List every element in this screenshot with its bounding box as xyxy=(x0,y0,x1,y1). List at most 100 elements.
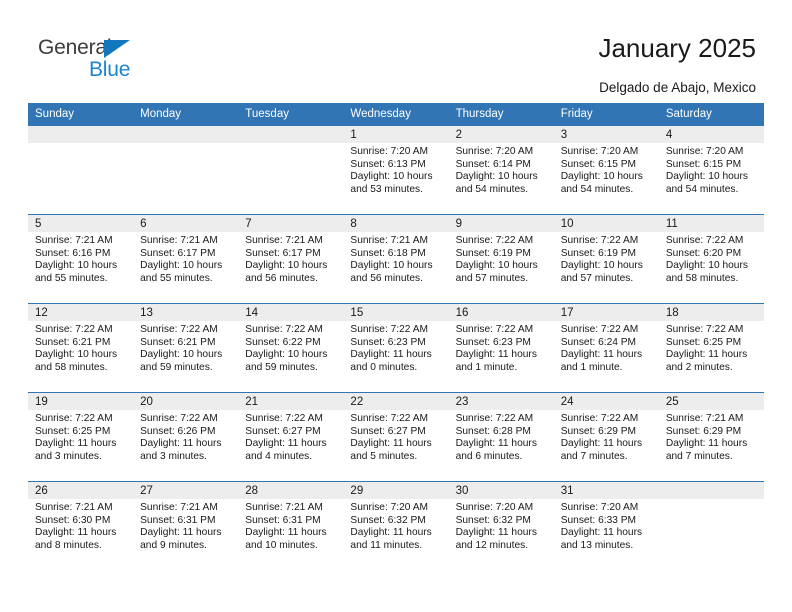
calendar-day-cell[interactable]: 8 Sunrise: 7:21 AM Sunset: 6:18 PM Daylight… xyxy=(343,214,449,304)
calendar-day-cell[interactable]: 18 Sunrise: 7:22 AM Sunset: 6:25 PM Dayligh… xyxy=(658,303,764,393)
calendar-day-cell[interactable]: 2 Sunrise: 7:20 AM Sunset: 6:14 PM Daylight… xyxy=(448,125,554,215)
day-sun-info: Sunrise: 7:22 AM Sunset: 6:27 PM Daylight:… xyxy=(238,410,343,463)
calendar-day-cell[interactable]: 20 Sunrise: 7:22 AM Sunset: 6:26 PM Dayligh… xyxy=(133,392,239,482)
sunrise-text: Sunrise: 7:22 AM xyxy=(350,324,429,335)
sunset-text: Sunset: 6:28 PM xyxy=(455,425,531,437)
sunrise-text: Sunrise: 7:21 AM xyxy=(35,235,113,246)
sunset-text: Sunset: 6:22 PM xyxy=(245,336,321,348)
empty-cell-inner xyxy=(658,482,764,571)
calendar-day-cell[interactable]: 21 Sunrise: 7:22 AM Sunset: 6:27 PM Dayligh… xyxy=(238,392,344,482)
calendar-day-cell[interactable]: 7 Sunrise: 7:21 AM Sunset: 6:17 PM Daylight… xyxy=(238,214,344,304)
sunset-text: Sunset: 6:29 PM xyxy=(560,425,637,437)
weekday-header-friday: Friday xyxy=(553,103,659,126)
day-cell-inner: 23 Sunrise: 7:22 AM Sunset: 6:28 PM Dayligh… xyxy=(448,393,554,481)
sunset-text: Sunset: 6:16 PM xyxy=(35,247,111,259)
day-number-blank xyxy=(28,126,134,143)
day-number: 13 xyxy=(133,304,239,321)
calendar-week-row: 1 Sunrise: 7:20 AM Sunset: 6:13 PM Daylight… xyxy=(28,125,764,215)
day-cell-inner: 6 Sunrise: 7:21 AM Sunset: 6:17 PM Daylight… xyxy=(133,215,239,303)
calendar-day-cell[interactable]: 23 Sunrise: 7:22 AM Sunset: 6:28 PM Dayligh… xyxy=(448,392,554,482)
calendar-day-cell[interactable]: 14 Sunrise: 7:22 AM Sunset: 6:22 PM Dayligh… xyxy=(238,303,344,393)
sunrise-text: Sunrise: 7:20 AM xyxy=(350,146,429,157)
logo-text-blue: Blue xyxy=(89,58,131,81)
calendar-day-cell[interactable]: 22 Sunrise: 7:22 AM Sunset: 6:27 PM Dayligh… xyxy=(343,392,449,482)
calendar-week-row: 12 Sunrise: 7:22 AM Sunset: 6:21 PM Dayligh… xyxy=(28,303,764,393)
day-sun-info: Sunrise: 7:22 AM Sunset: 6:25 PM Daylight:… xyxy=(659,321,764,374)
empty-cell-inner xyxy=(133,126,239,214)
calendar-day-cell[interactable]: 28 Sunrise: 7:21 AM Sunset: 6:31 PM Dayligh… xyxy=(238,481,344,571)
day-number: 15 xyxy=(343,304,449,321)
day-number: 8 xyxy=(343,215,449,232)
sunset-text: Sunset: 6:17 PM xyxy=(245,247,321,259)
calendar-day-cell[interactable]: 11 Sunrise: 7:22 AM Sunset: 6:20 PM Dayligh… xyxy=(658,214,764,304)
day-sun-info: Sunrise: 7:20 AM Sunset: 6:15 PM Daylight:… xyxy=(659,143,764,196)
daylight-text: Daylight: 11 hours and 5 minutes. xyxy=(350,438,432,462)
daylight-text: Daylight: 11 hours and 3 minutes. xyxy=(140,438,222,462)
sunrise-text: Sunrise: 7:22 AM xyxy=(140,413,218,424)
day-cell-inner: 29 Sunrise: 7:20 AM Sunset: 6:32 PM Dayligh… xyxy=(343,482,449,571)
calendar-day-cell[interactable]: 19 Sunrise: 7:22 AM Sunset: 6:25 PM Dayligh… xyxy=(28,392,134,482)
day-cell-inner: 28 Sunrise: 7:21 AM Sunset: 6:31 PM Dayligh… xyxy=(238,482,344,571)
day-number: 27 xyxy=(133,482,239,499)
calendar-day-cell[interactable]: 10 Sunrise: 7:22 AM Sunset: 6:19 PM Dayligh… xyxy=(553,214,659,304)
general-blue-logo[interactable]: General Blue xyxy=(38,36,168,84)
sunrise-text: Sunrise: 7:22 AM xyxy=(560,324,639,335)
calendar-day-cell-empty xyxy=(658,481,764,571)
calendar-day-cell[interactable]: 5 Sunrise: 7:21 AM Sunset: 6:16 PM Daylight… xyxy=(28,214,134,304)
calendar-day-cell-empty xyxy=(133,125,239,215)
sunrise-text: Sunrise: 7:22 AM xyxy=(560,235,639,246)
calendar-day-cell[interactable]: 16 Sunrise: 7:22 AM Sunset: 6:23 PM Dayligh… xyxy=(448,303,554,393)
calendar-day-cell[interactable]: 26 Sunrise: 7:21 AM Sunset: 6:30 PM Dayligh… xyxy=(28,481,134,571)
daylight-text: Daylight: 11 hours and 8 minutes. xyxy=(35,527,117,551)
daylight-text: Daylight: 10 hours and 59 minutes. xyxy=(245,349,328,373)
sunrise-text: Sunrise: 7:22 AM xyxy=(245,413,323,424)
sunset-text: Sunset: 6:13 PM xyxy=(350,158,426,170)
day-number-blank xyxy=(658,482,764,499)
sunrise-text: Sunrise: 7:22 AM xyxy=(35,324,113,335)
sunrise-text: Sunrise: 7:22 AM xyxy=(455,324,534,335)
calendar-day-cell[interactable]: 30 Sunrise: 7:20 AM Sunset: 6:32 PM Dayligh… xyxy=(448,481,554,571)
day-cell-inner: 7 Sunrise: 7:21 AM Sunset: 6:17 PM Daylight… xyxy=(238,215,344,303)
daylight-text: Daylight: 10 hours and 56 minutes. xyxy=(245,260,328,284)
day-cell-inner: 9 Sunrise: 7:22 AM Sunset: 6:19 PM Daylight… xyxy=(448,215,554,303)
calendar-day-cell[interactable]: 13 Sunrise: 7:22 AM Sunset: 6:21 PM Dayligh… xyxy=(133,303,239,393)
sunrise-text: Sunrise: 7:20 AM xyxy=(560,502,639,513)
sunrise-text: Sunrise: 7:22 AM xyxy=(455,413,534,424)
day-sun-info: Sunrise: 7:22 AM Sunset: 6:20 PM Daylight:… xyxy=(659,232,764,285)
sunset-text: Sunset: 6:27 PM xyxy=(245,425,321,437)
calendar-day-cell[interactable]: 6 Sunrise: 7:21 AM Sunset: 6:17 PM Daylight… xyxy=(133,214,239,304)
sunrise-text: Sunrise: 7:20 AM xyxy=(665,146,744,157)
day-cell-inner: 22 Sunrise: 7:22 AM Sunset: 6:27 PM Dayligh… xyxy=(343,393,449,481)
sunrise-text: Sunrise: 7:20 AM xyxy=(350,502,429,513)
day-number: 21 xyxy=(238,393,344,410)
sunset-text: Sunset: 6:29 PM xyxy=(665,425,742,437)
day-number: 14 xyxy=(238,304,344,321)
calendar-day-cell[interactable]: 29 Sunrise: 7:20 AM Sunset: 6:32 PM Dayligh… xyxy=(343,481,449,571)
day-sun-info: Sunrise: 7:22 AM Sunset: 6:19 PM Daylight:… xyxy=(554,232,659,285)
calendar-day-cell[interactable]: 27 Sunrise: 7:21 AM Sunset: 6:31 PM Dayligh… xyxy=(133,481,239,571)
sunset-text: Sunset: 6:30 PM xyxy=(35,514,111,526)
calendar-day-cell[interactable]: 1 Sunrise: 7:20 AM Sunset: 6:13 PM Daylight… xyxy=(343,125,449,215)
sunset-text: Sunset: 6:21 PM xyxy=(35,336,111,348)
day-number: 1 xyxy=(343,126,449,143)
empty-cell-inner xyxy=(28,126,134,214)
day-number: 6 xyxy=(133,215,239,232)
calendar-week-row: 26 Sunrise: 7:21 AM Sunset: 6:30 PM Dayligh… xyxy=(28,481,764,571)
calendar-day-cell[interactable]: 12 Sunrise: 7:22 AM Sunset: 6:21 PM Dayligh… xyxy=(28,303,134,393)
day-sun-info: Sunrise: 7:21 AM Sunset: 6:30 PM Daylight:… xyxy=(28,499,133,552)
daylight-text: Daylight: 11 hours and 13 minutes. xyxy=(560,527,643,551)
calendar-day-cell[interactable]: 9 Sunrise: 7:22 AM Sunset: 6:19 PM Daylight… xyxy=(448,214,554,304)
calendar-day-cell[interactable]: 3 Sunrise: 7:20 AM Sunset: 6:15 PM Daylight… xyxy=(553,125,659,215)
day-number-blank xyxy=(133,126,239,143)
calendar-day-cell[interactable]: 31 Sunrise: 7:20 AM Sunset: 6:33 PM Dayligh… xyxy=(553,481,659,571)
calendar-day-cell[interactable]: 15 Sunrise: 7:22 AM Sunset: 6:23 PM Dayligh… xyxy=(343,303,449,393)
calendar-day-cell[interactable]: 4 Sunrise: 7:20 AM Sunset: 6:15 PM Daylight… xyxy=(658,125,764,215)
sunset-text: Sunset: 6:32 PM xyxy=(350,514,426,526)
sunset-text: Sunset: 6:25 PM xyxy=(35,425,111,437)
calendar-day-cell[interactable]: 25 Sunrise: 7:21 AM Sunset: 6:29 PM Dayligh… xyxy=(658,392,764,482)
day-cell-inner: 15 Sunrise: 7:22 AM Sunset: 6:23 PM Dayligh… xyxy=(343,304,449,392)
day-cell-inner: 13 Sunrise: 7:22 AM Sunset: 6:21 PM Dayligh… xyxy=(133,304,239,392)
calendar-day-cell[interactable]: 17 Sunrise: 7:22 AM Sunset: 6:24 PM Dayligh… xyxy=(553,303,659,393)
sunset-text: Sunset: 6:19 PM xyxy=(455,247,531,259)
calendar-day-cell[interactable]: 24 Sunrise: 7:22 AM Sunset: 6:29 PM Dayligh… xyxy=(553,392,659,482)
